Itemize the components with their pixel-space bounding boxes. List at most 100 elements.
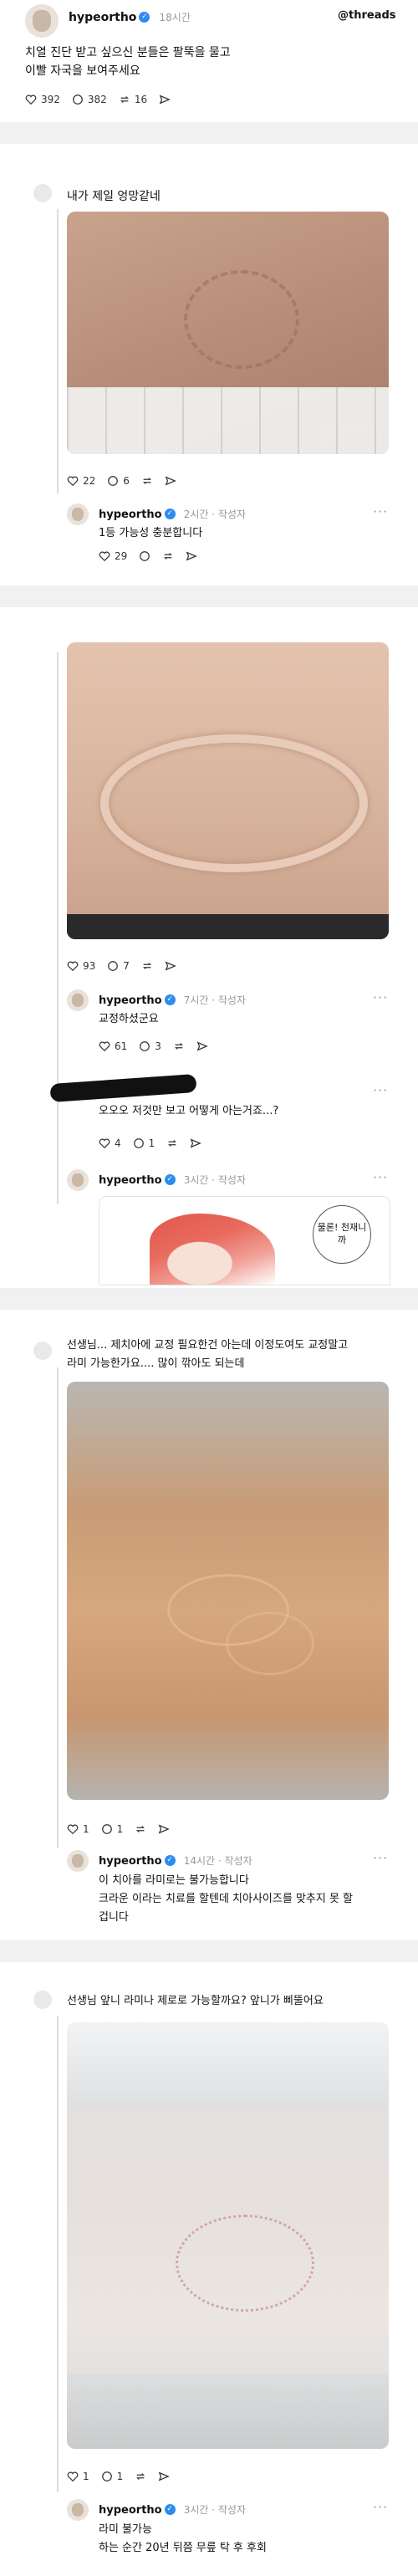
repost-icon	[142, 478, 151, 484]
avatar[interactable]	[33, 1342, 52, 1360]
post-actions: 392 382 16	[25, 94, 171, 105]
share-button[interactable]	[190, 1137, 202, 1149]
repost-button[interactable]	[162, 550, 174, 562]
heart-icon	[25, 95, 37, 105]
share-button[interactable]	[165, 475, 176, 487]
repost-icon	[136, 1826, 145, 1832]
heart-icon	[67, 476, 79, 487]
avatar[interactable]	[25, 4, 59, 38]
like-button[interactable]: 22	[67, 475, 95, 487]
reply-header: hypeortho ✓ 3시간 · 작성자	[99, 1174, 246, 1187]
comment-actions: 1 1	[67, 2471, 171, 2482]
comment-button[interactable]	[139, 550, 150, 562]
send-icon	[190, 1138, 202, 1148]
verified-badge-icon: ✓	[164, 2504, 176, 2515]
reply-text: 오오오 저것만 보고 어떻게 아는거죠...?	[99, 1105, 279, 1117]
reply-text: 이 치아를 라미로는 불가능합니다 크라운 이라는 치료를 할텐데 치아사이즈를…	[99, 1874, 354, 1924]
bite-mark-photo[interactable]	[67, 1382, 389, 1800]
more-options-icon[interactable]: ···	[373, 1082, 388, 1098]
avatar[interactable]	[67, 1850, 89, 1872]
reply-header: hypeortho ✓ 7시간 · 작성자	[99, 994, 246, 1007]
verified-badge-icon: ✓	[164, 509, 176, 519]
verified-badge-icon: ✓	[164, 1855, 176, 1866]
send-icon	[158, 1824, 171, 1834]
comment-button[interactable]: 1	[101, 2471, 123, 2482]
repost-icon	[168, 1140, 177, 1147]
send-icon	[158, 2471, 171, 2481]
comment-button[interactable]: 382	[72, 94, 107, 105]
avatar[interactable]	[33, 184, 52, 202]
send-icon	[159, 95, 171, 105]
section-divider	[0, 585, 418, 607]
thread-line	[57, 1367, 59, 1848]
comment-actions: 93 7	[67, 960, 176, 972]
avatar[interactable]	[67, 989, 89, 1011]
bite-mark-photo[interactable]	[67, 642, 389, 939]
thread-line	[57, 2016, 59, 2492]
repost-icon	[164, 553, 173, 560]
send-icon	[186, 551, 198, 561]
section-divider	[0, 122, 418, 144]
thread-line	[57, 209, 59, 493]
comment-icon	[101, 1824, 112, 1834]
like-button[interactable]: 392	[25, 94, 60, 105]
share-button[interactable]	[159, 94, 171, 105]
more-options-icon[interactable]: ···	[373, 2499, 388, 2515]
comment-button[interactable]: 1	[101, 1823, 123, 1835]
comment-icon	[140, 1041, 150, 1051]
repost-icon	[142, 963, 151, 969]
thread-line	[57, 652, 59, 1204]
bite-mark-photo[interactable]	[67, 2022, 389, 2449]
manga-panel-image[interactable]: 물론! 천재니까	[99, 1196, 390, 1285]
username[interactable]: hypeortho	[69, 11, 136, 24]
comment-button[interactable]: 6	[107, 475, 130, 487]
share-button[interactable]	[158, 1823, 171, 1835]
repost-button[interactable]: 16	[119, 94, 147, 105]
repost-button[interactable]	[166, 1137, 178, 1149]
avatar[interactable]	[33, 1991, 52, 2009]
more-options-icon[interactable]: ···	[373, 503, 388, 519]
share-button[interactable]	[165, 960, 176, 972]
section-divider	[0, 1940, 418, 1962]
section-divider	[0, 1288, 418, 1310]
repost-icon	[120, 96, 129, 103]
verified-badge-icon: ✓	[164, 994, 176, 1005]
avatar[interactable]	[67, 2499, 89, 2521]
threads-icon: @	[338, 9, 349, 22]
like-button[interactable]: 29	[99, 550, 127, 562]
comment-button[interactable]: 7	[107, 960, 130, 972]
like-button[interactable]: 4	[99, 1137, 121, 1149]
repost-button[interactable]	[173, 1040, 185, 1052]
bite-mark-photo[interactable]	[67, 212, 389, 454]
avatar[interactable]	[67, 503, 89, 525]
reply-text: 라미 불가능 하는 순간 20년 뒤쯤 무릎 탁 후 후회	[99, 2523, 267, 2554]
comment-button[interactable]: 1	[133, 1137, 155, 1149]
verified-badge-icon: ✓	[139, 12, 150, 23]
more-options-icon[interactable]: ···	[373, 989, 388, 1005]
repost-button[interactable]	[141, 960, 153, 972]
send-icon	[196, 1041, 208, 1051]
heart-icon	[67, 1824, 79, 1835]
share-button[interactable]	[158, 2471, 171, 2482]
like-button[interactable]: 93	[67, 960, 95, 972]
repost-button[interactable]	[141, 475, 153, 487]
repost-button[interactable]	[135, 2471, 146, 2482]
comment-icon	[101, 2471, 112, 2481]
like-button[interactable]: 1	[67, 1823, 89, 1835]
comment-icon	[108, 961, 119, 971]
like-button[interactable]: 1	[67, 2471, 89, 2482]
reply-header: hypeortho ✓ 2시간 · 작성자	[99, 509, 246, 521]
share-button[interactable]	[196, 1040, 208, 1052]
comment-icon	[140, 551, 150, 561]
redacted-username	[49, 1073, 197, 1103]
comment-actions: 1 1	[67, 1823, 171, 1835]
more-options-icon[interactable]: ···	[373, 1169, 388, 1185]
share-button[interactable]	[186, 550, 198, 562]
heart-icon	[67, 2471, 79, 2482]
repost-button[interactable]	[135, 1823, 146, 1835]
like-button[interactable]: 61	[99, 1040, 127, 1052]
comment-button[interactable]: 3	[139, 1040, 161, 1052]
reply-header: hypeortho ✓ 3시간 · 작성자	[99, 2504, 246, 2517]
avatar[interactable]	[67, 1169, 89, 1191]
more-options-icon[interactable]: ···	[373, 1850, 388, 1866]
